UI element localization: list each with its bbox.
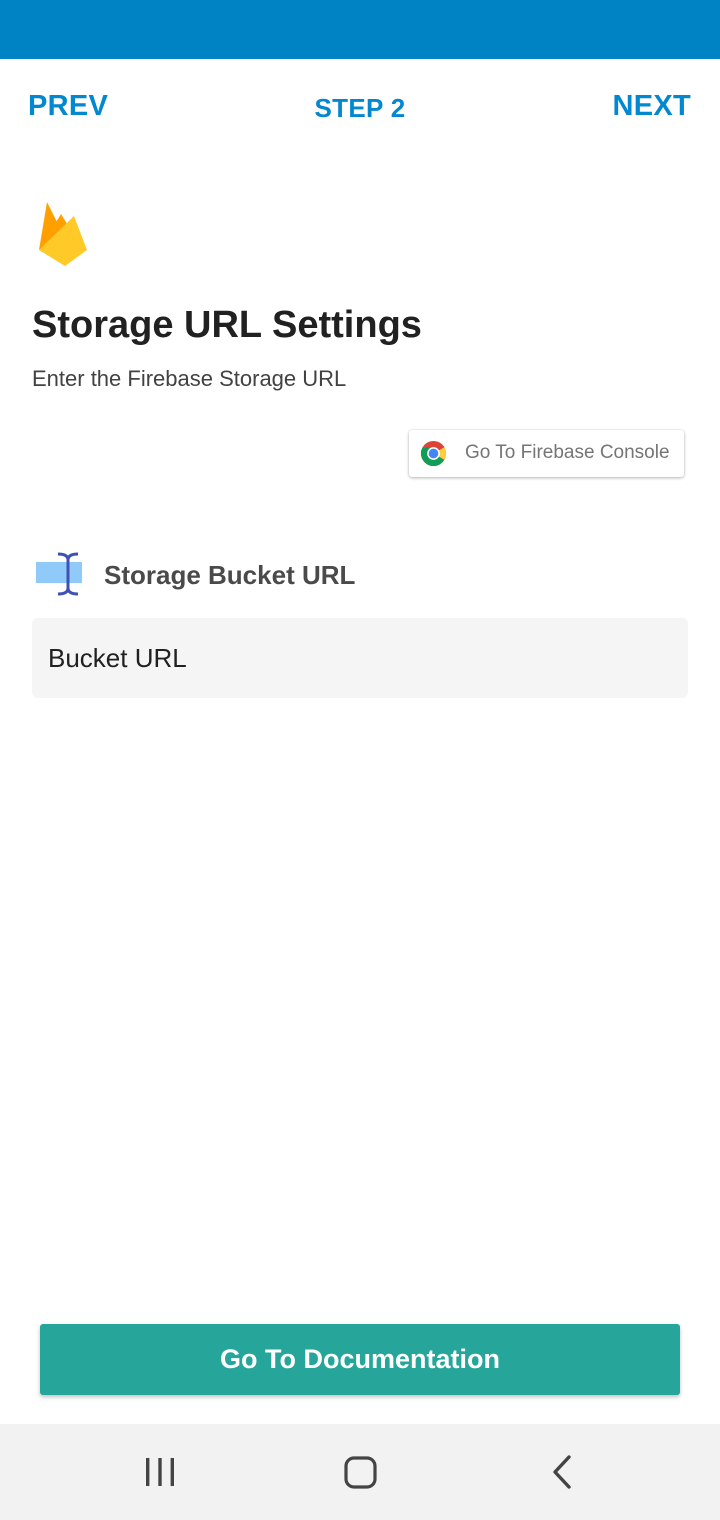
bucket-url-input[interactable] <box>32 618 688 698</box>
storage-bucket-url-label: Storage Bucket URL <box>104 560 356 590</box>
go-to-documentation-button[interactable]: Go To Documentation <box>40 1324 680 1395</box>
chrome-icon <box>420 440 447 467</box>
page-subtitle: Enter the Firebase Storage URL <box>32 366 347 391</box>
system-navigation-bar <box>0 1424 720 1520</box>
page-title: Storage URL Settings <box>32 304 422 346</box>
recents-icon[interactable] <box>138 1450 182 1494</box>
go-to-firebase-console-button[interactable]: Go To Firebase Console <box>409 430 684 477</box>
next-button[interactable]: NEXT <box>612 90 691 123</box>
firebase-console-label: Go To Firebase Console <box>465 442 670 463</box>
home-icon[interactable] <box>338 1450 382 1494</box>
firebase-flame-icon <box>39 202 87 266</box>
app-screen: STEP 2 PREV NEXT Storage URL Settings En… <box>0 0 720 1520</box>
text-cursor-icon <box>36 552 82 596</box>
status-bar <box>0 0 720 59</box>
back-icon[interactable] <box>540 1450 584 1494</box>
step-navigation: STEP 2 PREV NEXT <box>0 59 720 157</box>
prev-button[interactable]: PREV <box>28 90 108 123</box>
